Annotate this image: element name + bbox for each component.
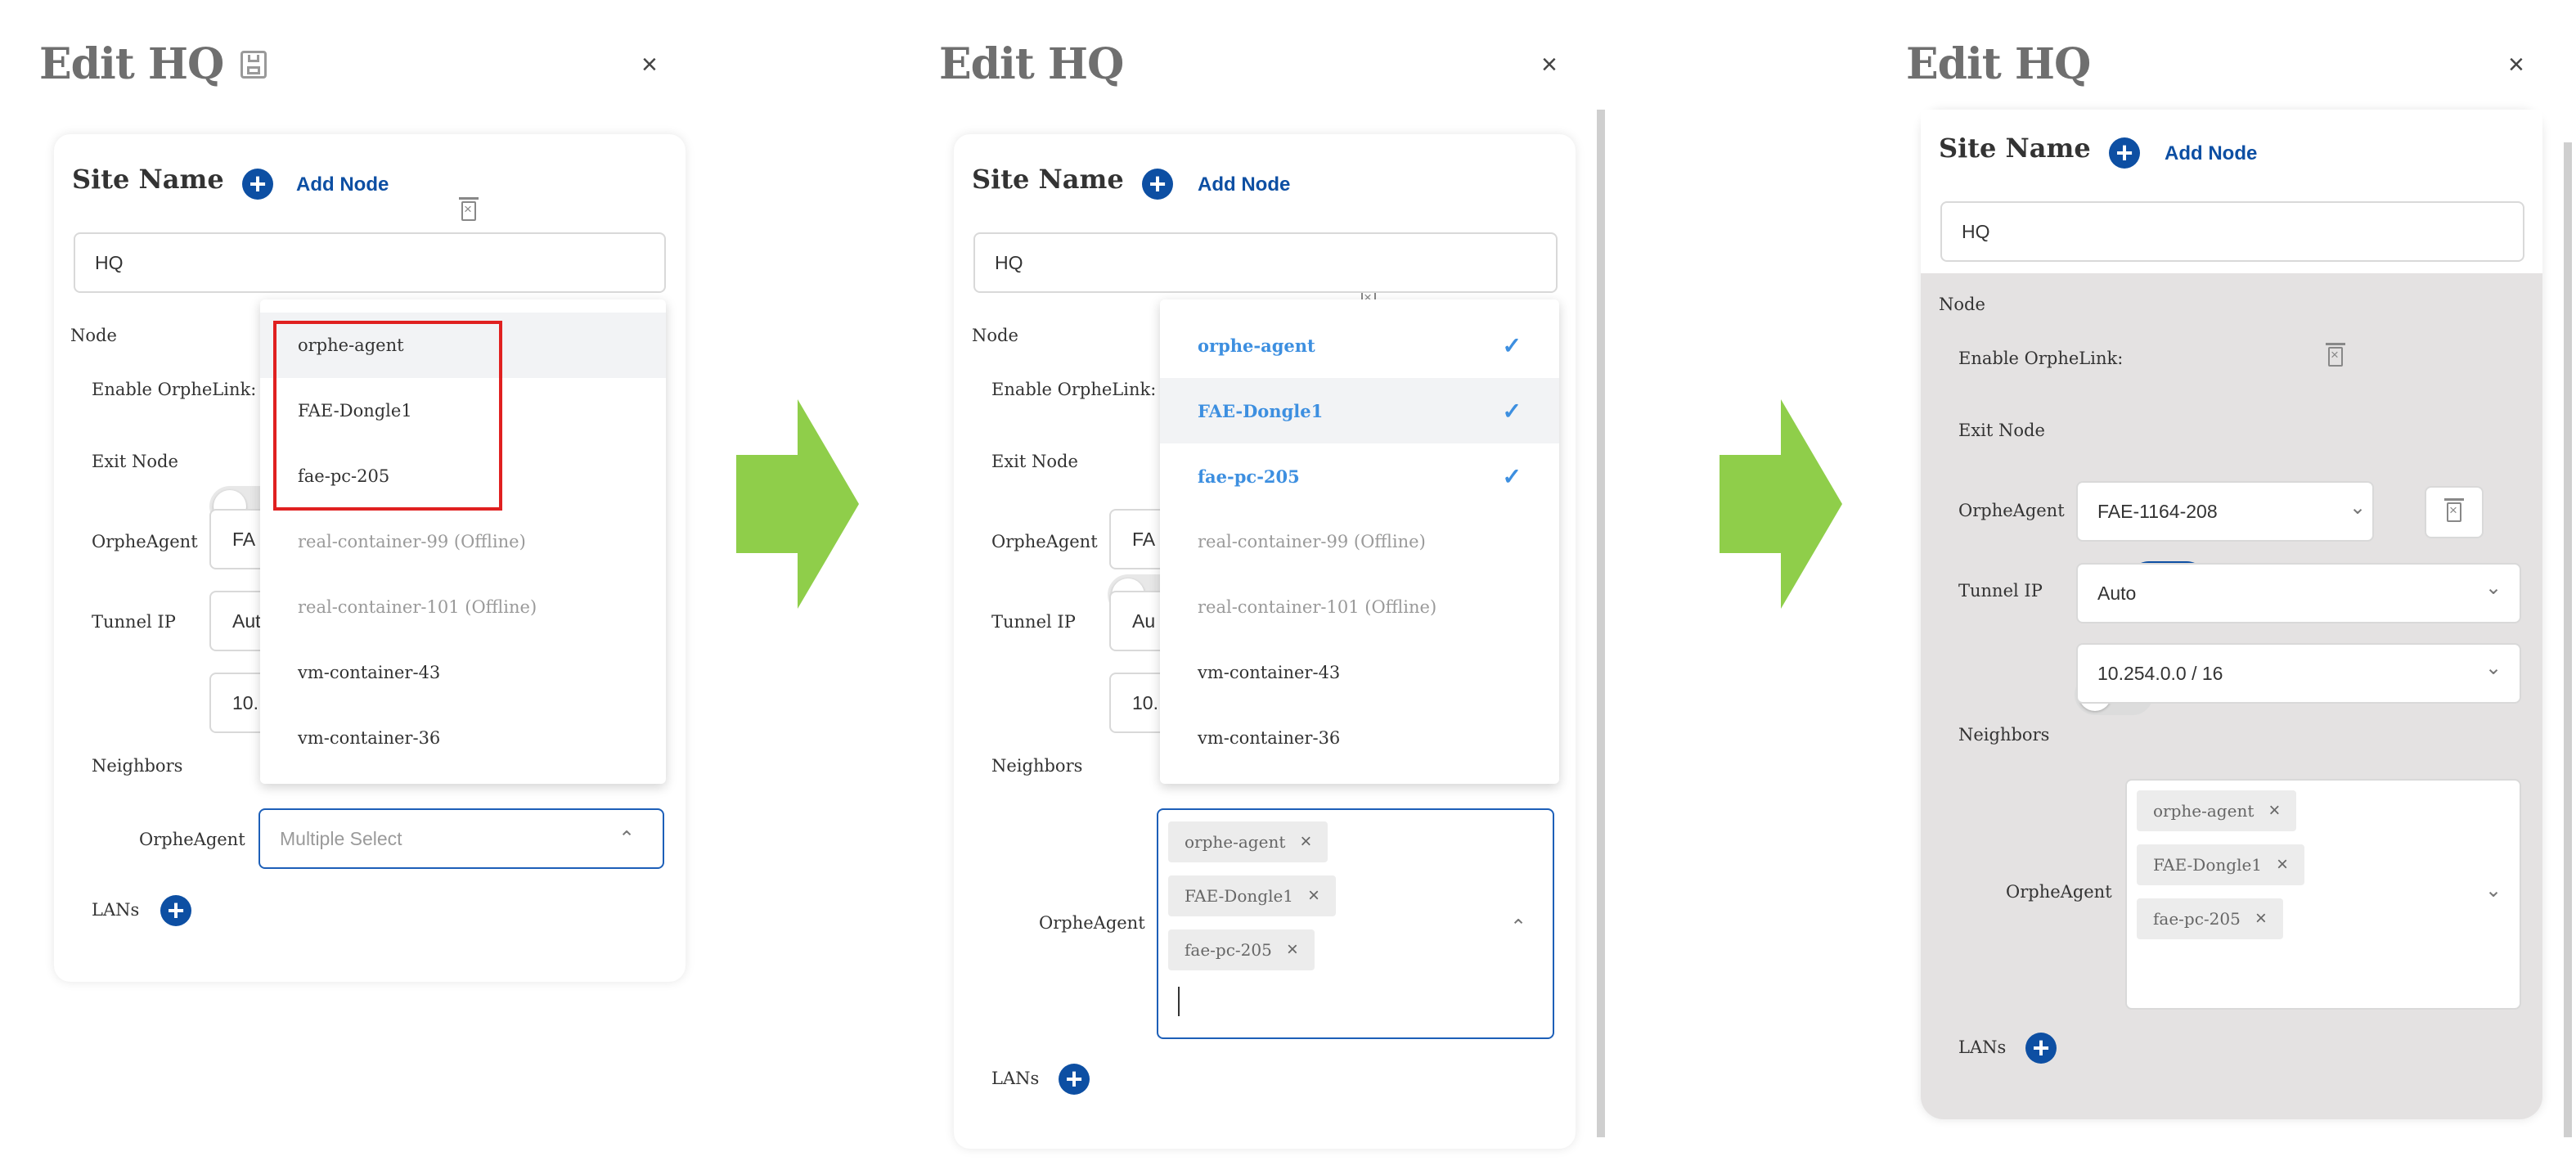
close-icon[interactable]: × <box>1300 830 1311 853</box>
node-label: Node <box>1939 295 1985 314</box>
dropdown-option: real-container-99 (Offline) <box>298 532 526 551</box>
lans-label: LANs <box>92 900 140 920</box>
check-icon: ✓ <box>1502 463 1522 489</box>
delete-agent-button[interactable] <box>2425 486 2484 538</box>
exit-node-label: Exit Node <box>991 452 1078 471</box>
exit-node-label: Exit Node <box>92 452 178 471</box>
neighbors-orpheagent-label: OrpheAgent <box>2006 882 2112 902</box>
scrollbar[interactable] <box>1597 110 1605 1137</box>
plus-circle-icon[interactable]: + <box>242 169 273 200</box>
tunnel-ip-label: Tunnel IP <box>92 612 176 632</box>
node-label: Node <box>972 326 1018 345</box>
lans-label: LANs <box>1958 1037 2007 1057</box>
site-name-input[interactable]: HQ <box>1940 201 2524 262</box>
floppy-disk-icon[interactable] <box>241 51 267 79</box>
tunnel-ip-label: Tunnel IP <box>991 612 1076 632</box>
scrollbar[interactable] <box>2564 142 2572 1137</box>
dropdown-option[interactable]: vm-container-43 <box>260 640 666 705</box>
add-lan-icon[interactable]: + <box>1059 1064 1090 1095</box>
plus-circle-icon[interactable]: + <box>1142 169 1173 200</box>
neighbors-label: Neighbors <box>991 756 1083 776</box>
close-icon[interactable]: × <box>1308 884 1319 907</box>
chevron-down-icon[interactable]: ⌄ <box>2485 576 2502 600</box>
orpheagent-label: OrpheAgent <box>991 532 1098 551</box>
node-label: Node <box>70 326 117 345</box>
orpheagent-label: OrpheAgent <box>1958 501 2065 520</box>
orpheagent-label: OrpheAgent <box>92 532 198 551</box>
page-title: Edit HQ <box>1906 39 2091 89</box>
site-name-input[interactable]: HQ <box>74 232 666 293</box>
neighbors-label: Neighbors <box>92 756 183 776</box>
chevron-up-icon[interactable]: ⌄ <box>1510 913 1526 937</box>
lans-label: LANs <box>991 1069 1040 1088</box>
neighbors-orpheagent-label: OrpheAgent <box>139 830 245 849</box>
selected-tag: fae-pc-205 × <box>2137 898 2283 939</box>
check-icon: ✓ <box>1502 398 1522 424</box>
chevron-down-icon[interactable]: ⌄ <box>2349 496 2366 520</box>
add-node-button[interactable]: Add Node <box>2165 142 2257 165</box>
add-lan-icon[interactable]: + <box>2025 1033 2057 1064</box>
dropdown-option[interactable]: vm-container-36 <box>260 705 666 771</box>
dropdown-option[interactable]: vm-container-43 <box>1160 640 1559 705</box>
selected-tag: fae-pc-205 × <box>1168 929 1315 970</box>
text-cursor <box>1178 987 1180 1016</box>
close-icon[interactable]: × <box>1287 938 1298 961</box>
exit-node-label: Exit Node <box>1958 421 2045 440</box>
dropdown-option[interactable]: vm-container-36 <box>1160 705 1559 771</box>
enable-orphelink-label: Enable OrpheLink: <box>92 380 257 399</box>
highlight-box <box>273 321 502 511</box>
tunnel-ip-select[interactable]: Auto <box>2076 563 2521 623</box>
chevron-down-icon[interactable]: ⌄ <box>2485 879 2502 902</box>
add-lan-icon[interactable]: + <box>160 895 191 926</box>
enable-orphelink-label: Enable OrpheLink: <box>991 380 1157 399</box>
close-icon[interactable]: × <box>641 49 658 81</box>
step-arrow-icon <box>736 399 859 609</box>
dropdown-option[interactable]: fae-pc-205 ✓ <box>1160 443 1559 509</box>
trash-icon[interactable] <box>2326 343 2345 367</box>
orpheagent-select[interactable]: FAE-1164-208 <box>2076 481 2374 542</box>
close-icon[interactable]: × <box>2255 907 2267 930</box>
selected-tag: FAE-Dongle1 × <box>1168 875 1337 916</box>
trash-icon <box>2444 498 2464 522</box>
agent-dropdown: orphe-agent ✓ FAE-Dongle1 ✓ fae-pc-205 ✓ re… <box>1160 299 1559 784</box>
check-icon: ✓ <box>1502 332 1522 358</box>
site-name-label: Site Name <box>1939 133 2091 164</box>
dropdown-option: real-container-99 (Offline) <box>1198 532 1426 551</box>
dropdown-option[interactable]: FAE-Dongle1 ✓ <box>1160 378 1559 443</box>
chevron-down-icon[interactable]: ⌄ <box>2485 656 2502 680</box>
close-icon[interactable]: × <box>2508 49 2524 81</box>
page-title: Edit HQ <box>39 39 224 89</box>
tunnel-ip-label: Tunnel IP <box>1958 581 2043 601</box>
close-icon[interactable]: × <box>2277 853 2288 876</box>
close-icon[interactable]: × <box>2268 799 2280 822</box>
neighbors-multi-select[interactable]: Multiple Select <box>258 808 664 869</box>
site-name-input[interactable]: HQ <box>973 232 1558 293</box>
dropdown-option[interactable]: orphe-agent ✓ <box>1160 313 1559 378</box>
chevron-up-icon[interactable]: ⌄ <box>618 825 635 848</box>
close-icon[interactable]: × <box>1541 49 1558 81</box>
add-node-button[interactable]: Add Node <box>296 173 389 196</box>
neighbors-orpheagent-label: OrpheAgent <box>1039 913 1145 933</box>
selected-tag: orphe-agent × <box>1168 821 1328 862</box>
neighbors-label: Neighbors <box>1958 725 2050 745</box>
panel-step-1: Edit HQ × Site Name + Add Node HQ Node E… <box>0 0 2576 982</box>
dropdown-option: real-container-101 (Offline) <box>1198 597 1437 617</box>
site-name-label: Site Name <box>72 164 224 195</box>
subnet-select[interactable]: 10.254.0.0 / 16 <box>2076 643 2521 704</box>
selected-tag: orphe-agent × <box>2137 790 2297 831</box>
selected-tag: FAE-Dongle1 × <box>2137 844 2305 885</box>
add-node-button[interactable]: Add Node <box>1198 173 1290 196</box>
dropdown-option: real-container-101 (Offline) <box>298 597 537 617</box>
enable-orphelink-label: Enable OrpheLink: <box>1958 349 2124 368</box>
trash-icon[interactable] <box>459 197 479 221</box>
site-name-label: Site Name <box>972 164 1124 195</box>
page-title: Edit HQ <box>939 39 1124 89</box>
step-arrow-icon <box>1720 399 1842 609</box>
plus-circle-icon[interactable]: + <box>2109 137 2140 169</box>
